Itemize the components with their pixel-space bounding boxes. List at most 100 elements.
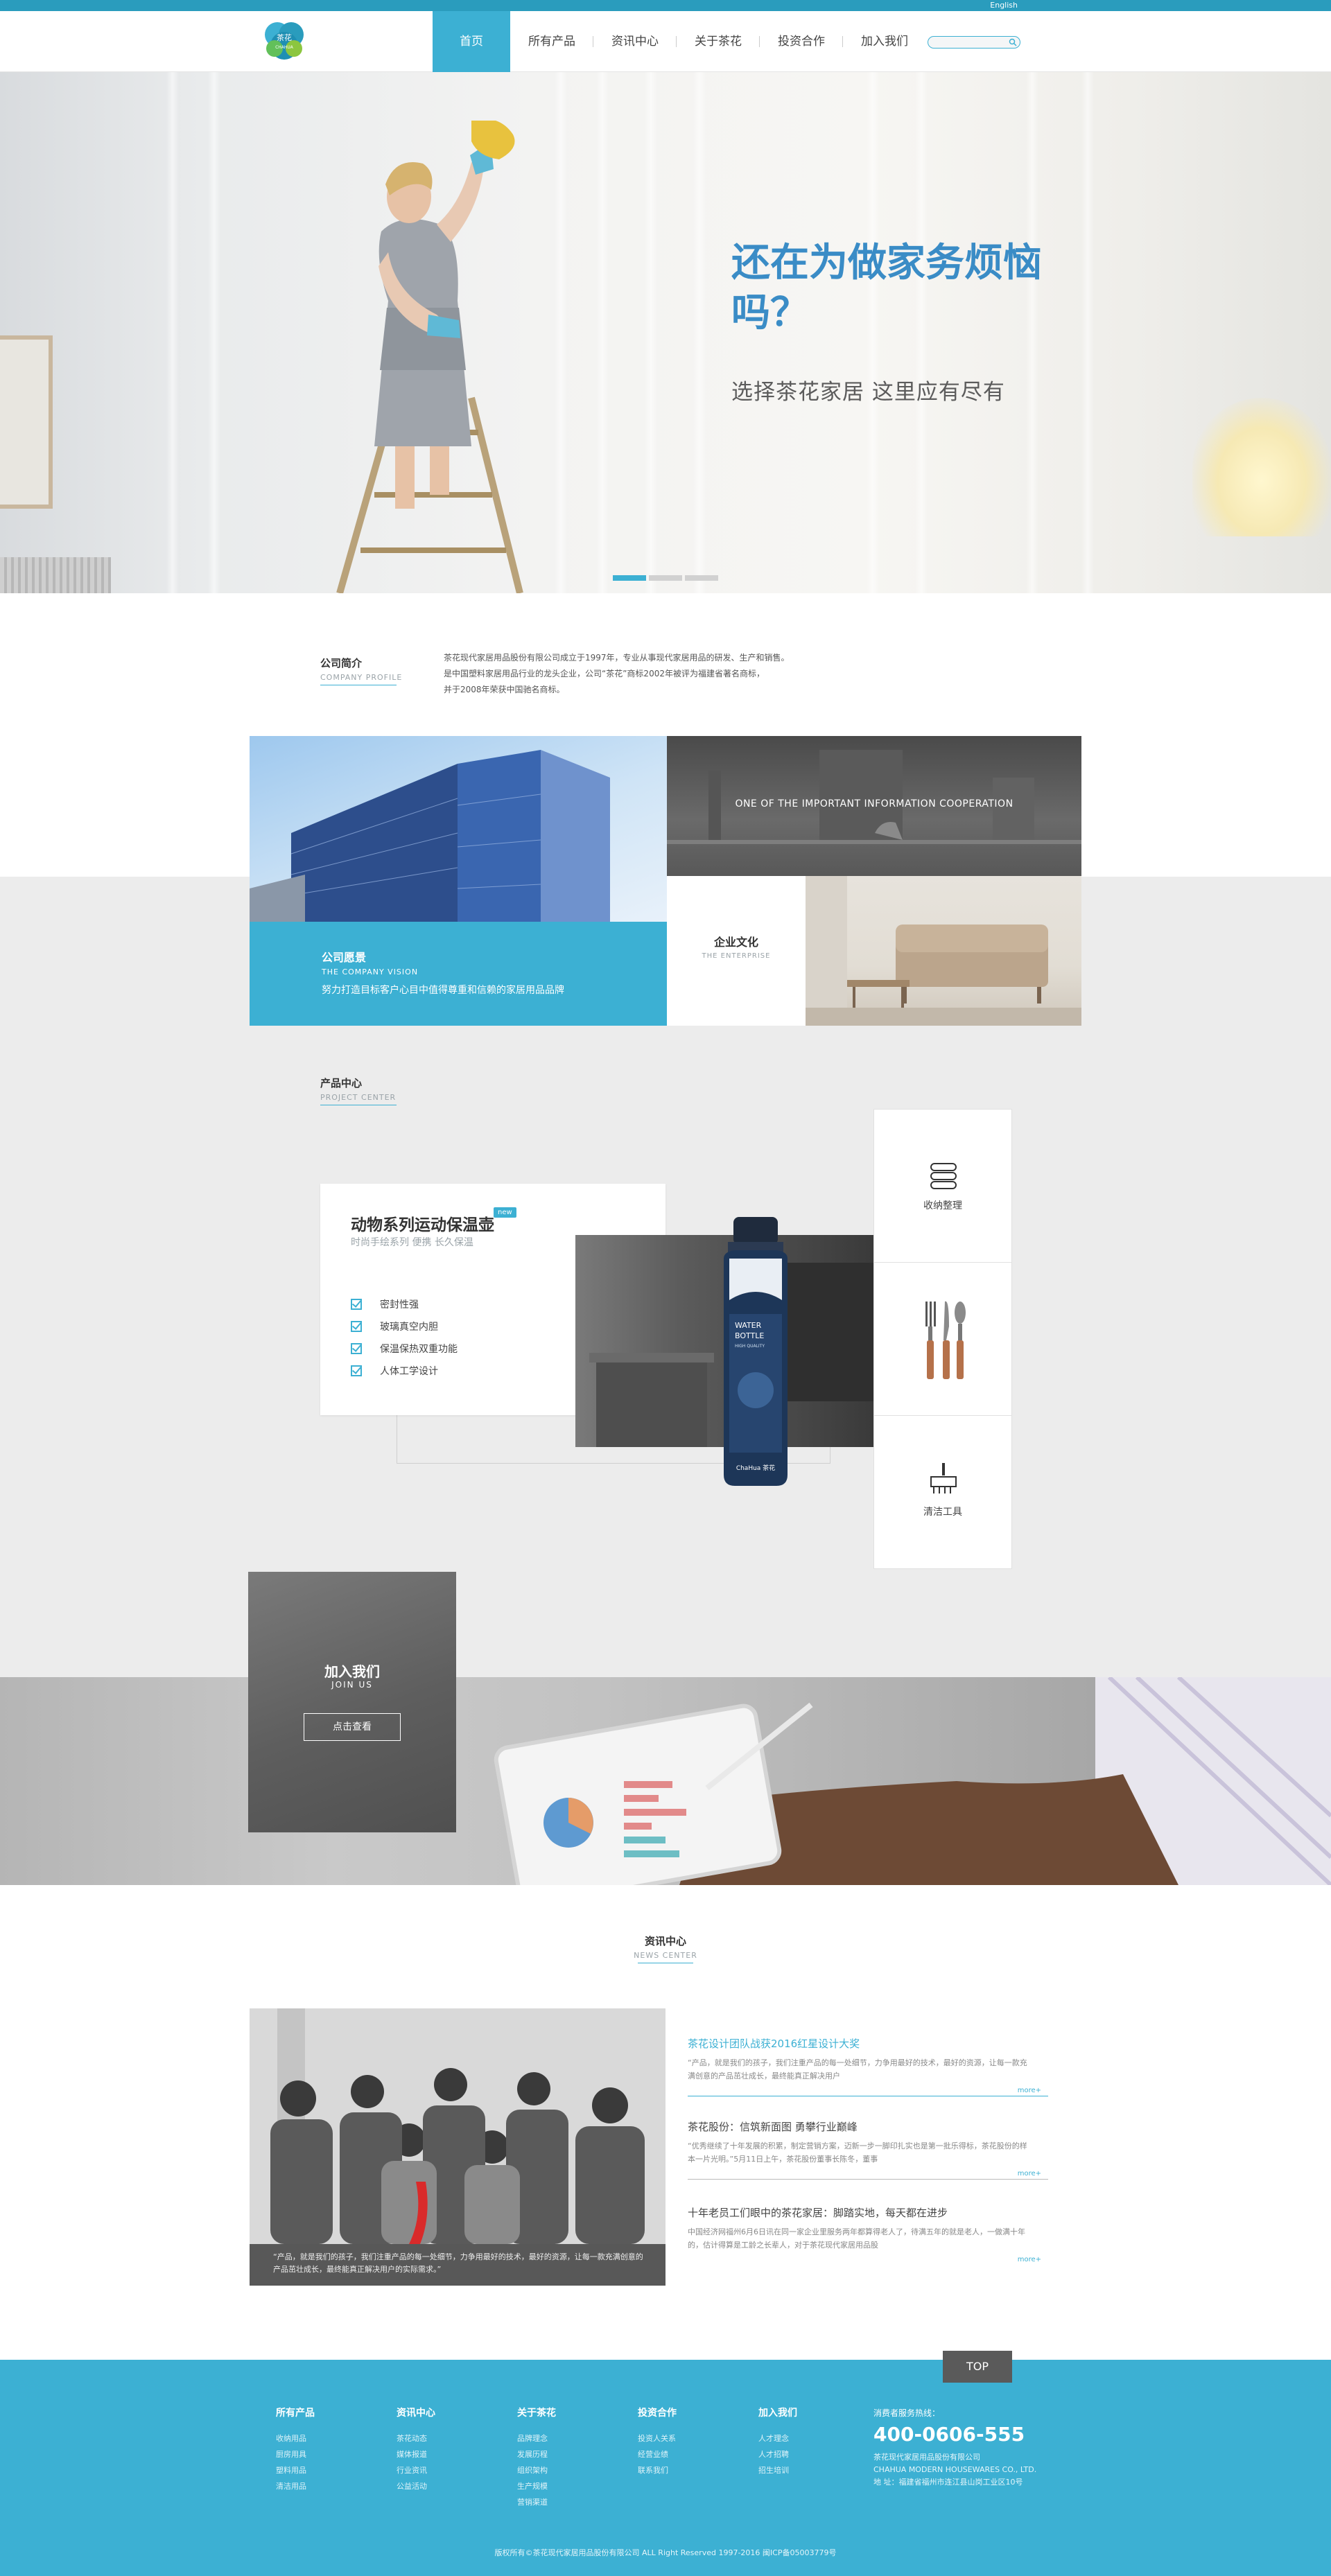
footer-heading[interactable]: 投资合作 <box>638 2406 742 2419</box>
office-building-image[interactable] <box>250 736 667 922</box>
language-link[interactable]: English <box>990 0 1018 11</box>
profile-title-en: COMPANY PROFILE <box>320 673 403 682</box>
footer-heading[interactable]: 所有产品 <box>276 2406 380 2419</box>
footer-link[interactable]: 茶花动态 <box>397 2430 501 2446</box>
footer-link[interactable]: 营销渠道 <box>517 2494 621 2510</box>
footer-column-join: 加入我们 人才理念 人才招聘 招生培训 <box>758 2406 862 2478</box>
category-label: 收纳整理 <box>923 1200 962 1211</box>
search-input[interactable] <box>928 39 1004 51</box>
news-item[interactable]: 茶花设计团队战获2016红星设计大奖 “产品，就是我们的孩子，我们注重产品的每一… <box>688 2036 1048 2096</box>
profile-line-2: 是中国塑料家居用品行业的龙头企业，公司“茶花”商标2002年被评为福建省著名商标… <box>444 669 765 678</box>
floor-lamp <box>1192 398 1331 536</box>
news-item-title[interactable]: 茶花设计团队战获2016红星设计大奖 <box>688 2036 1048 2051</box>
cooperation-image[interactable]: ONE OF THE IMPORTANT INFORMATION COOPERA… <box>667 736 1081 876</box>
news-item-title[interactable]: 茶花股份：信筑新面图 勇攀行业巅峰 <box>688 2119 1048 2134</box>
nav-invest[interactable]: 投资合作 <box>760 11 843 72</box>
feature-label: 密封性强 <box>380 1299 419 1311</box>
category-cleaning[interactable]: 清洁工具 <box>874 1416 1011 1569</box>
copyright: 版权所有©茶花现代家居用品股份有限公司 ALL Right Reserved 1… <box>494 2548 837 2557</box>
chahua-logo[interactable]: 茶花 CHAHUA <box>261 18 308 64</box>
search-box <box>928 36 1020 51</box>
checkbox-icon <box>351 1321 362 1332</box>
slide-dot-1[interactable] <box>613 575 646 581</box>
news-heading: 资讯中心 NEWS CENTER <box>624 1934 707 1963</box>
footer-link[interactable]: 经营业绩 <box>638 2446 742 2462</box>
culture-title: 企业文化 <box>713 936 758 949</box>
footer-link[interactable]: 人才理念 <box>758 2430 862 2446</box>
slide-dot-2[interactable] <box>649 575 682 581</box>
feature-label: 人体工学设计 <box>380 1366 438 1377</box>
nav-home[interactable]: 首页 <box>433 11 510 72</box>
footer-link[interactable]: 联系我们 <box>638 2462 742 2478</box>
profile-heading: 公司简介 COMPANY PROFILE <box>320 656 402 685</box>
footer-link[interactable]: 收纳用品 <box>276 2430 380 2446</box>
news-item-title[interactable]: 十年老员工们眼中的茶花家居：脚踏实地，每天都在进步 <box>688 2205 1048 2220</box>
vision-title-en: THE COMPANY VISION <box>322 967 419 976</box>
feature-item: 保温保热双重功能 <box>351 1338 458 1360</box>
profile-text: 茶花现代家居用品股份有限公司成立于1997年，专业从事现代家居用品的研发、生产和… <box>444 650 804 698</box>
footer-link[interactable]: 公益活动 <box>397 2478 501 2494</box>
footer-link[interactable]: 媒体报道 <box>397 2446 501 2462</box>
hotline-label: 消费者服务热线： <box>873 2408 941 2418</box>
category-storage[interactable]: 收纳整理 <box>874 1110 1011 1263</box>
nav-news[interactable]: 资讯中心 <box>593 11 677 72</box>
category-cutlery[interactable] <box>874 1263 1011 1416</box>
company-vision-card[interactable]: 公司愿景 THE COMPANY VISION 努力打造目标客户心目中值得尊重和… <box>250 922 667 1026</box>
feature-item: 玻璃真空内胆 <box>351 1315 458 1338</box>
view-more-button[interactable]: 点击查看 <box>304 1713 401 1741</box>
footer-link[interactable]: 投资人关系 <box>638 2430 742 2446</box>
feature-list: 密封性强 玻璃真空内胆 保温保热双重功能 人体工学设计 <box>351 1293 458 1382</box>
footer-link[interactable]: 清洁用品 <box>276 2478 380 2494</box>
join-title-en: JOIN US <box>331 1680 373 1690</box>
footer-heading[interactable]: 资讯中心 <box>397 2406 501 2419</box>
checkbox-icon <box>351 1343 362 1354</box>
hotline-number[interactable]: 400-0606-555 <box>873 2423 1123 2446</box>
nav-about[interactable]: 关于茶花 <box>677 11 760 72</box>
product-name: 动物系列运动保温壶 <box>351 1216 494 1234</box>
footer-link[interactable]: 生产规模 <box>517 2478 621 2494</box>
hero-title: 还在为做家务烦恼吗？ <box>731 240 1042 335</box>
logo-text-en: CHAHUA <box>275 45 294 50</box>
footer-link[interactable]: 人才招聘 <box>758 2446 862 2462</box>
search-icon[interactable] <box>1009 38 1017 46</box>
footer-link[interactable]: 组织架构 <box>517 2462 621 2478</box>
footer-link[interactable]: 行业资讯 <box>397 2462 501 2478</box>
checkbox-icon <box>351 1365 362 1376</box>
footer-heading[interactable]: 加入我们 <box>758 2406 862 2419</box>
radiator <box>0 557 111 593</box>
enterprise-culture-card[interactable]: 企业文化 THE ENTERPRISE <box>667 876 806 1026</box>
join-us-card[interactable]: 加入我们 JOIN US 点击查看 <box>248 1572 456 1832</box>
hero-subtitle: 选择茶花家居 这里应有尽有 <box>731 380 1005 405</box>
nav-join[interactable]: 加入我们 <box>843 11 926 72</box>
news-title: 资讯中心 <box>644 1935 686 1947</box>
new-badge: new <box>494 1207 516 1218</box>
bottle-text-1: WATER <box>735 1321 762 1330</box>
more-link[interactable]: more+ <box>688 2087 1041 2094</box>
footer-link[interactable]: 发展历程 <box>517 2446 621 2462</box>
footer-link[interactable]: 厨房用具 <box>276 2446 380 2462</box>
hero-banner[interactable]: 还在为做家务烦恼吗？ 选择茶花家居 这里应有尽有 <box>0 72 1331 593</box>
nav-join-label: 加入我们 <box>861 35 908 49</box>
footer-heading[interactable]: 关于茶花 <box>517 2406 621 2419</box>
back-to-top-button[interactable]: TOP <box>943 2351 1012 2383</box>
bottle-brand: ChaHua 茶花 <box>736 1464 775 1472</box>
slide-indicator <box>613 575 718 581</box>
news-item-body: “产品，就是我们的孩子，我们注重产品的每一处细节，力争用最好的技术，最好的资源，… <box>688 2058 1027 2080</box>
slide-dot-3[interactable] <box>685 575 718 581</box>
water-bottle-image[interactable]: WATER BOTTLE HIGH QUALITY ChaHua 茶花 <box>714 1217 797 1487</box>
site-header: 茶花 CHAHUA 首页 所有产品 资讯中心 关于茶花 投资合作 加入我们 <box>0 11 1331 72</box>
wall-picture-frame <box>0 335 53 509</box>
footer-link[interactable]: 塑料用品 <box>276 2462 380 2478</box>
feature-label: 玻璃真空内胆 <box>380 1322 438 1333</box>
main-nav: 首页 所有产品 资讯中心 关于茶花 投资合作 加入我们 <box>433 11 926 72</box>
more-link[interactable]: more+ <box>688 2256 1041 2263</box>
footer-link[interactable]: 招生培训 <box>758 2462 862 2478</box>
more-link[interactable]: more+ <box>688 2170 1041 2178</box>
nav-about-label: 关于茶花 <box>695 35 742 49</box>
news-item[interactable]: 茶花股份：信筑新面图 勇攀行业巅峰 “优秀继续了十年发展的积累，制定营销方案，迈… <box>688 2119 1048 2180</box>
nav-products[interactable]: 所有产品 <box>510 11 593 72</box>
profile-title: 公司简介 <box>320 657 363 669</box>
vision-desc: 努力打造目标客户心目中值得尊重和信赖的家居用品品牌 <box>322 985 564 996</box>
news-item[interactable]: 十年老员工们眼中的茶花家居：脚踏实地，每天都在进步 中国经济网福州6月6日讯在同… <box>688 2205 1048 2263</box>
footer-link[interactable]: 品牌理念 <box>517 2430 621 2446</box>
